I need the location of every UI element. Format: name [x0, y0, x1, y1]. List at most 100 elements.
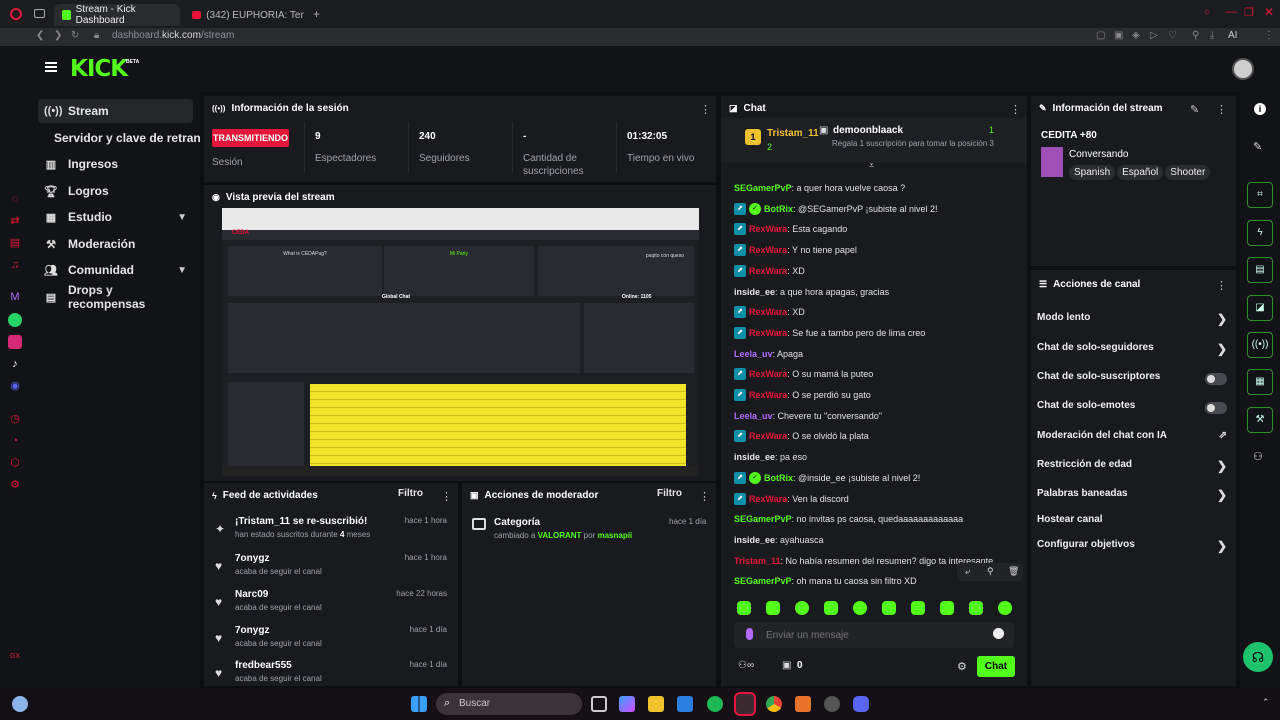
- opera-taskbar-icon[interactable]: [734, 692, 756, 716]
- spotify-icon[interactable]: [707, 696, 723, 712]
- more-icon[interactable]: ⋮: [1264, 30, 1274, 41]
- action-followers-only[interactable]: Chat de solo-seguidores ❯: [1037, 342, 1227, 360]
- sidebar-item-stream[interactable]: ((•)) Stream: [38, 99, 193, 123]
- info-icon[interactable]: i: [1254, 103, 1266, 115]
- chat-username[interactable]: inside_ee: [734, 287, 775, 297]
- sidebar-item-comunidad[interactable]: 👥︎ Comunidad ▼: [38, 258, 193, 282]
- tag[interactable]: Shooter: [1165, 165, 1211, 180]
- chat-username[interactable]: inside_ee: [734, 535, 775, 545]
- flash-tool-icon[interactable]: ϟ: [1247, 220, 1273, 246]
- shield-icon[interactable]: ◈: [1132, 30, 1140, 41]
- more-options-icon[interactable]: ⋮: [1216, 279, 1227, 292]
- discord-taskbar-icon[interactable]: [853, 696, 869, 712]
- file-explorer-icon[interactable]: [648, 696, 664, 712]
- emote-icon[interactable]: [853, 601, 867, 615]
- tag[interactable]: Español: [1117, 165, 1164, 180]
- feed-item-title[interactable]: 7onygz: [235, 553, 269, 564]
- chat-username[interactable]: SEGamerPvP: [734, 576, 792, 586]
- leader-name[interactable]: demoonblaack: [833, 125, 903, 136]
- emote-icon[interactable]: [998, 601, 1012, 615]
- chat-username[interactable]: inside_ee: [734, 452, 775, 462]
- chat-username[interactable]: RexWara: [749, 224, 787, 234]
- action-slow-mode[interactable]: Modo lento ❯: [1037, 312, 1227, 330]
- close-window-icon[interactable]: ✕: [1264, 5, 1274, 19]
- action-age-restriction[interactable]: Restricción de edad ❯: [1037, 459, 1227, 477]
- pencil-icon[interactable]: ✎: [1253, 140, 1262, 153]
- action-host-channel[interactable]: Hostear canal: [1037, 514, 1227, 532]
- maximize-icon[interactable]: ❐: [1244, 6, 1254, 19]
- edit-icon[interactable]: ✎: [1190, 103, 1199, 116]
- more-options-icon[interactable]: ⋮: [700, 103, 711, 116]
- chat-username[interactable]: RexWara: [749, 307, 787, 317]
- points-icon[interactable]: ▣: [782, 660, 791, 671]
- chat-username[interactable]: RexWara: [749, 494, 787, 504]
- new-tab-icon[interactable]: +: [313, 7, 320, 21]
- chat-username[interactable]: SEGamerPvP: [734, 514, 792, 524]
- copilot-icon[interactable]: [619, 696, 635, 712]
- subs-only-toggle[interactable]: [1205, 373, 1227, 385]
- search-tabs-icon[interactable]: ○: [1204, 7, 1210, 18]
- chat-username[interactable]: Leela_uv: [734, 411, 773, 421]
- tab-youtube[interactable]: (342) EUPHORIA: Tempor: [184, 4, 312, 26]
- feed-item-title[interactable]: fredbear555: [235, 660, 292, 671]
- snapshot-icon[interactable]: ▣: [1114, 30, 1123, 41]
- tabs-menu-icon[interactable]: [34, 9, 45, 18]
- more-options-icon[interactable]: ⋮: [699, 490, 710, 503]
- emote-icon[interactable]: [882, 601, 896, 615]
- action-goals[interactable]: Configurar objetivos ❯: [1037, 539, 1227, 557]
- steam-icon[interactable]: [824, 696, 840, 712]
- doc-tool-icon[interactable]: ▤: [1247, 257, 1273, 283]
- opera-ai-icon[interactable]: ◌: [8, 192, 22, 206]
- chat-username[interactable]: Tristam_11: [734, 556, 781, 566]
- heart-outline-icon[interactable]: ♡: [1168, 30, 1177, 41]
- bookmark-icon[interactable]: ▢: [1096, 30, 1105, 41]
- chat-username[interactable]: SEGamerPvP: [734, 183, 792, 193]
- emote-icon[interactable]: [940, 601, 954, 615]
- chat-username[interactable]: BotRix: [764, 473, 793, 483]
- action-ai-moderation[interactable]: Moderación del chat con IA ⇗: [1037, 430, 1227, 448]
- easy-setup-icon[interactable]: ⚲: [1192, 30, 1199, 41]
- cube-icon[interactable]: ⬡: [8, 456, 22, 470]
- back-icon[interactable]: ❮: [36, 30, 44, 41]
- url-field[interactable]: dashboard.kick.com/stream: [112, 30, 234, 41]
- instagram-icon[interactable]: [8, 335, 22, 349]
- weather-icon[interactable]: [12, 696, 28, 712]
- aria-ai-icon[interactable]: AI: [1228, 30, 1237, 41]
- wrench-tool-icon[interactable]: ⚒: [1247, 407, 1273, 433]
- sidebar-item-server-key[interactable]: Servidor y clave de retransm: [52, 126, 200, 150]
- whatsapp-icon[interactable]: [8, 313, 22, 327]
- more-options-icon[interactable]: ⋮: [1216, 103, 1227, 116]
- more-options-icon[interactable]: ⋮: [1010, 103, 1021, 116]
- emotes-only-toggle[interactable]: [1205, 402, 1227, 414]
- tiktok-icon[interactable]: ♪: [8, 357, 22, 371]
- reload-icon[interactable]: ↻: [71, 30, 79, 41]
- emote-icon[interactable]: [969, 601, 983, 615]
- sidebar-item-ingresos[interactable]: ▥ Ingresos: [38, 152, 193, 176]
- sidebar-item-logros[interactable]: 🏆︎ Logros: [38, 179, 193, 203]
- opera-flow-icon[interactable]: ⇄: [8, 214, 22, 228]
- tray-chevron-icon[interactable]: ⌃: [1262, 697, 1270, 708]
- pin-icon[interactable]: ⚲: [987, 566, 994, 577]
- scan-tool-icon[interactable]: ⌗: [1247, 182, 1273, 208]
- emote-icon[interactable]: [795, 601, 809, 615]
- chat-username[interactable]: RexWara: [749, 266, 787, 276]
- emote-icon[interactable]: [737, 601, 751, 615]
- users-tool-icon[interactable]: ⚇: [1253, 450, 1263, 463]
- chat-username[interactable]: Leela_uv: [734, 349, 773, 359]
- stream-preview-video[interactable]: CEDA What is CEDAPug? Mi Party paqito co…: [222, 208, 699, 476]
- scroll-down-icon[interactable]: ⩡: [869, 160, 874, 171]
- opera-logo-icon[interactable]: [10, 8, 22, 20]
- clock-icon[interactable]: ◔: [8, 434, 22, 448]
- sidebar-item-moderacion[interactable]: ⚒ Moderación: [38, 232, 193, 256]
- emote-icon[interactable]: [911, 601, 925, 615]
- more-options-icon[interactable]: ⋮: [441, 490, 452, 503]
- opera-video-icon[interactable]: ▤: [8, 236, 22, 250]
- mod-filter-button[interactable]: Filtro: [657, 488, 682, 499]
- people-icon[interactable]: ⚇∞: [738, 660, 754, 671]
- tab-kick-dashboard[interactable]: Stream - Kick Dashboard: [54, 4, 180, 26]
- sidebar-item-drops[interactable]: ▤ Drops y recompensas: [38, 283, 193, 311]
- avatar[interactable]: [1232, 58, 1254, 80]
- windows-start-icon[interactable]: [411, 696, 427, 712]
- app-icon[interactable]: [795, 696, 811, 712]
- chat-username[interactable]: RexWara: [749, 390, 787, 400]
